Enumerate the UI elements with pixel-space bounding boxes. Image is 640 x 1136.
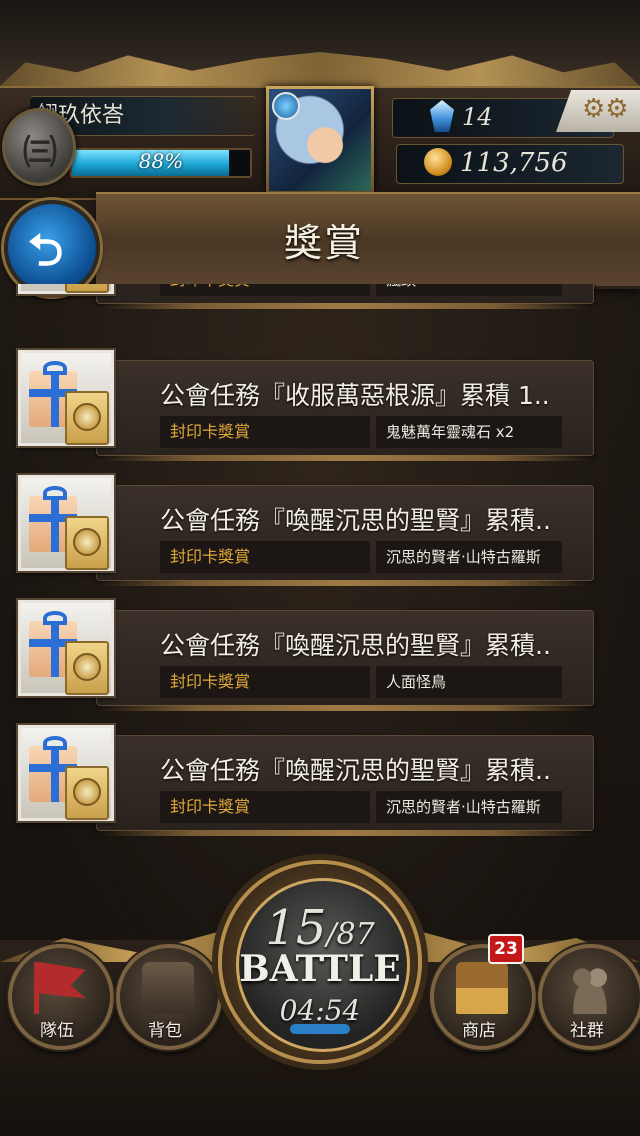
list-item[interactable]: 公會任務『喚醒沉思的聖賢』累積.. 封印卡獎賞 沉思的賢者‧山特古羅斯 [0, 721, 640, 845]
list-item[interactable]: 封印卡獎賞 瘋頭 [0, 284, 640, 318]
reward-item: 沉思的賢者‧山特古羅斯 [376, 791, 562, 823]
back-arrow-icon: ⮌ [28, 225, 64, 276]
treasure-chest-icon [456, 962, 508, 1014]
nav-shop-label: 商店 [462, 1021, 496, 1041]
reward-title: 公會任務『喚醒沉思的聖賢』累積.. [160, 506, 551, 535]
back-button[interactable]: ⮌ [4, 200, 100, 296]
nav-bag-label: 背包 [148, 1021, 182, 1041]
people-icon [564, 962, 616, 1014]
reward-item: 人面怪鳥 [376, 666, 562, 698]
reward-type: 封印卡獎賞 [160, 416, 370, 448]
stamina-timer: 04:54 [279, 994, 361, 1027]
gem-value: 14 [462, 103, 493, 131]
list-item[interactable]: 公會任務『喚醒沉思的聖賢』累積.. 封印卡獎賞 沉思的賢者‧山特古羅斯 [0, 471, 640, 595]
reward-title: 公會任務『收服萬惡根源』累積 1.. [160, 381, 550, 410]
gear-icon: ⚙⚙ [582, 94, 629, 124]
reward-item: 鬼魅萬年靈魂石 x2 [376, 416, 562, 448]
shop-notification-badge: 23 [488, 934, 524, 964]
list-item[interactable]: 公會任務『喚醒沉思的聖賢』累積.. 封印卡獎賞 人面怪鳥 [0, 596, 640, 720]
rank-emblem[interactable]: ㈢ [2, 108, 76, 186]
gift-card-icon [18, 725, 114, 821]
gift-card-icon [18, 600, 114, 696]
attribute-icon [272, 92, 300, 120]
reward-type: 封印卡獎賞 [160, 791, 370, 823]
gift-card-icon [18, 350, 114, 446]
reward-item: 沉思的賢者‧山特古羅斯 [376, 541, 562, 573]
exp-percent: 88% [138, 149, 184, 173]
bag-icon [142, 962, 194, 1014]
stamina-max: /87 [326, 917, 375, 952]
nav-social-label: 社群 [570, 1021, 604, 1041]
gift-card-icon [18, 284, 114, 294]
flag-icon [34, 962, 86, 1014]
reward-type: 封印卡獎賞 [160, 284, 370, 296]
nav-team-label: 隊伍 [40, 1021, 74, 1041]
reward-type: 封印卡獎賞 [160, 541, 370, 573]
rank-icon: ㈢ [23, 133, 57, 173]
reward-type: 封印卡獎賞 [160, 666, 370, 698]
page-title: 獎賞 [284, 221, 365, 265]
list-item[interactable]: 公會任務『收服萬惡根源』累積 1.. 封印卡獎賞 鬼魅萬年靈魂石 x2 [0, 346, 640, 470]
coin-value: 113,756 [460, 148, 568, 178]
reward-item: 瘋頭 [376, 284, 562, 296]
stamina-progress [290, 1024, 350, 1034]
gift-card-icon [18, 475, 114, 571]
reward-list[interactable]: 封印卡獎賞 瘋頭 公會任務『收服萬惡根源』累積 1.. 封印卡獎賞 鬼魅萬年靈魂… [0, 284, 640, 848]
reward-title: 公會任務『喚醒沉思的聖賢』累積.. [160, 756, 551, 785]
coin-icon [424, 148, 452, 176]
reward-title: 公會任務『喚醒沉思的聖賢』累積.. [160, 631, 551, 660]
battle-label: BATTLE [239, 948, 401, 990]
